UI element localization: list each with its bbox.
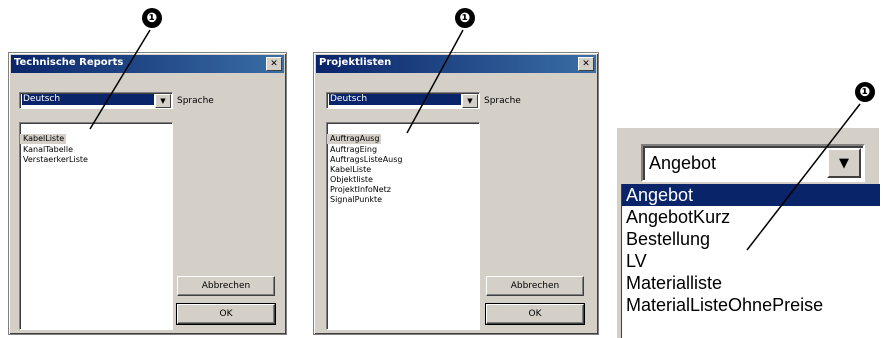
dropdown-option[interactable]: Bestellung [622, 228, 880, 250]
title-bar: Projektlisten ✕ [316, 55, 596, 73]
list-item[interactable]: SignalPunkte [327, 195, 479, 205]
dialog-technische-reports: Technische Reports ✕ Deutsch ▼ Sprache K… [8, 52, 287, 335]
template-select-value: Angebot [649, 153, 717, 173]
title-bar: Technische Reports ✕ [11, 55, 284, 73]
dropdown-option[interactable]: MaterialListeOhnePreise [622, 294, 880, 316]
list-item[interactable]: KanalTabelle [20, 145, 172, 155]
list-item[interactable]: ProjektInfoNetz [327, 185, 479, 195]
language-select[interactable]: Deutsch ▼ [19, 92, 173, 109]
chevron-down-icon[interactable]: ▼ [155, 94, 171, 108]
list-item[interactable]: VerstaerkerListe [20, 155, 172, 165]
close-icon[interactable]: ✕ [578, 57, 594, 71]
list-item[interactable]: KabelListe [327, 165, 479, 175]
list-item[interactable]: AuftragEing [327, 145, 479, 155]
close-icon[interactable]: ✕ [266, 57, 282, 71]
language-label: Sprache [484, 96, 521, 106]
callout-marker: ❶ [142, 8, 162, 28]
dropdown-option[interactable]: LV [622, 250, 880, 272]
callout-marker: ❶ [855, 82, 875, 102]
dialog-title: Projektlisten [319, 57, 392, 68]
template-select[interactable]: Angebot ▼ [641, 144, 865, 182]
dropdown-option[interactable]: Materialliste [622, 272, 880, 294]
dialog-title: Technische Reports [14, 57, 124, 68]
list-item[interactable]: AuftragsListeAusg [327, 155, 479, 165]
language-label: Sprache [177, 96, 214, 106]
list-item[interactable]: AuftragAusg [327, 134, 382, 144]
chevron-down-icon[interactable]: ▼ [462, 94, 478, 108]
dropdown-option[interactable]: AngebotKurz [622, 206, 880, 228]
chevron-down-icon[interactable]: ▼ [827, 148, 861, 178]
dialog-projektlisten: Projektlisten ✕ Deutsch ▼ Sprache Auftra… [313, 52, 599, 335]
ok-button[interactable]: OK [176, 303, 276, 325]
template-options-list[interactable]: Angebot AngebotKurz Bestellung LV Materialli… [621, 184, 880, 338]
list-item[interactable]: Objektliste [327, 175, 479, 185]
cancel-button[interactable]: Abbrechen [177, 276, 275, 296]
list-item[interactable]: KabelListe [20, 134, 67, 144]
zoomed-template-dropdown: Angebot ▼ Angebot AngebotKurz Bestellung LV… [617, 128, 880, 338]
project-list[interactable]: AuftragAusg AuftragEing AuftragsListeAusg K… [326, 122, 480, 330]
report-list[interactable]: KabelListe KanalTabelle VerstaerkerListe [19, 122, 173, 330]
ok-button[interactable]: OK [485, 303, 585, 325]
language-select[interactable]: Deutsch ▼ [326, 92, 480, 109]
language-select-value: Deutsch [329, 94, 461, 105]
cancel-button[interactable]: Abbrechen [486, 276, 584, 296]
callout-marker: ❶ [455, 8, 475, 28]
language-select-value: Deutsch [22, 94, 154, 105]
dropdown-option[interactable]: Angebot [622, 184, 880, 206]
